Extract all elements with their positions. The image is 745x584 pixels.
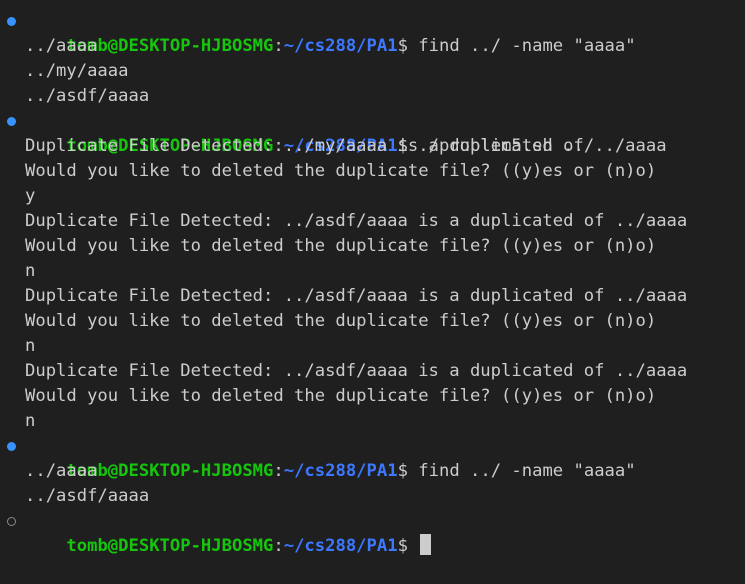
output-line: n bbox=[25, 336, 36, 356]
output-line: Duplicate File Detected: ../asdf/aaaa is… bbox=[25, 361, 688, 381]
prompt-user-host: tomb@DESKTOP-HJBOSMG bbox=[66, 536, 274, 556]
command-pending-decoration-icon[interactable] bbox=[7, 517, 16, 526]
terminal-panel[interactable]: tomb@DESKTOP-HJBOSMG:~/cs288/PA1$ find .… bbox=[0, 0, 745, 556]
command-success-decoration-icon[interactable] bbox=[7, 117, 16, 126]
command-success-decoration-icon[interactable] bbox=[7, 442, 16, 451]
command-success-decoration-icon[interactable] bbox=[7, 17, 16, 26]
output-line: Duplicate File Detected: ../my/aaaa is a… bbox=[25, 136, 667, 156]
output-line: n bbox=[25, 411, 36, 431]
output-line: ../asdf/aaaa bbox=[25, 86, 150, 106]
output-line: Would you like to deleted the duplicate … bbox=[25, 161, 657, 181]
active-prompt-line[interactable]: tomb@DESKTOP-HJBOSMG:~/cs288/PA1$ bbox=[0, 509, 745, 556]
prompt-line: tomb@DESKTOP-HJBOSMG:~/cs288/PA1$ ./prob… bbox=[0, 109, 745, 156]
output-line: ../aaaa bbox=[25, 461, 98, 481]
prompt-line: tomb@DESKTOP-HJBOSMG:~/cs288/PA1$ find .… bbox=[0, 9, 745, 56]
prompt-separator: : bbox=[273, 536, 284, 556]
output-line: Would you like to deleted the duplicate … bbox=[25, 386, 657, 406]
output-line: n bbox=[25, 261, 36, 281]
output-line: Would you like to deleted the duplicate … bbox=[25, 311, 657, 331]
output-line: Would you like to deleted the duplicate … bbox=[25, 236, 657, 256]
output-line: ../asdf/aaaa bbox=[25, 486, 150, 506]
output-line: ../my/aaaa bbox=[25, 61, 129, 81]
output-line: Duplicate File Detected: ../asdf/aaaa is… bbox=[25, 286, 688, 306]
prompt-path: ~/cs288/PA1 bbox=[283, 536, 398, 556]
output-line: Duplicate File Detected: ../asdf/aaaa is… bbox=[25, 211, 688, 231]
output-line: y bbox=[25, 186, 36, 206]
text-cursor bbox=[420, 534, 432, 555]
prompt-symbol: $ bbox=[397, 536, 408, 556]
prompt-line: tomb@DESKTOP-HJBOSMG:~/cs288/PA1$ find .… bbox=[0, 434, 745, 481]
output-line: ../aaaa bbox=[25, 36, 98, 56]
